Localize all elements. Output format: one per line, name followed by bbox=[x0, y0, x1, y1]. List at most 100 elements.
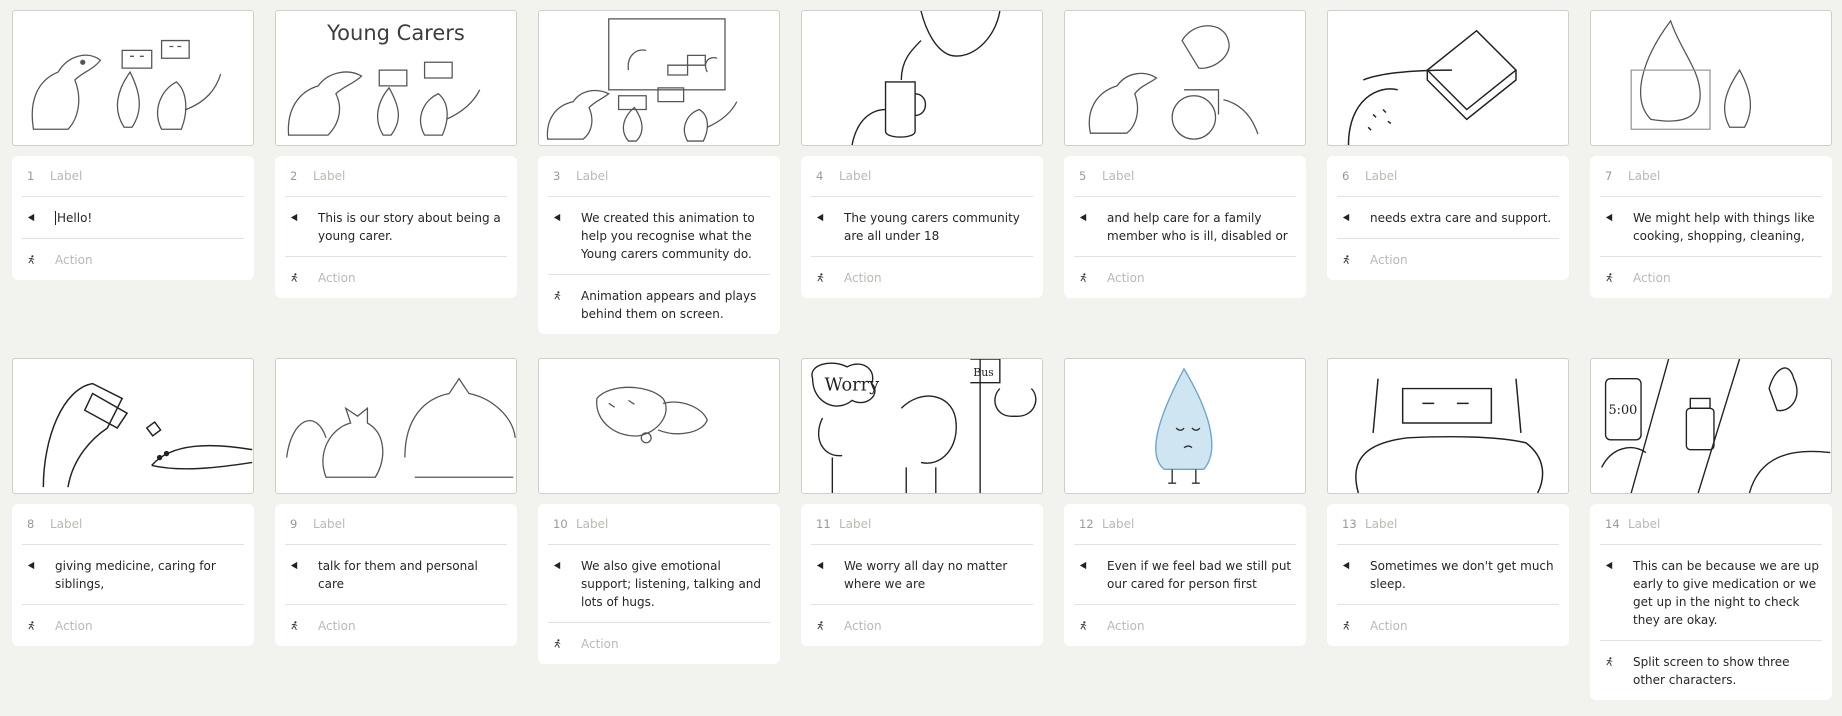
action-field[interactable]: Action bbox=[55, 617, 93, 635]
dialogue-text[interactable]: talk for them and personal care bbox=[318, 557, 507, 593]
dialogue-row[interactable]: The young carers community are all under… bbox=[811, 197, 1033, 257]
dialogue-row[interactable]: Hello! bbox=[22, 197, 244, 239]
action-row[interactable]: Action bbox=[1600, 257, 1822, 298]
dialogue-text[interactable]: Sometimes we don't get much sleep. bbox=[1370, 557, 1559, 593]
action-row[interactable]: Action bbox=[1337, 239, 1559, 280]
frame-thumbnail[interactable] bbox=[538, 358, 780, 494]
action-row[interactable]: Action bbox=[1074, 605, 1296, 646]
frame-thumbnail[interactable] bbox=[1064, 10, 1306, 146]
action-row[interactable]: Action bbox=[811, 605, 1033, 646]
dialogue-text[interactable]: Hello! bbox=[55, 209, 92, 227]
dialogue-text[interactable]: We created this animation to help you re… bbox=[581, 209, 770, 263]
label-field[interactable]: Label bbox=[313, 169, 345, 183]
label-row[interactable]: 14 Label bbox=[1600, 504, 1822, 545]
label-field[interactable]: Label bbox=[1365, 517, 1397, 531]
action-field[interactable]: Action bbox=[1370, 617, 1408, 635]
action-row[interactable]: Action bbox=[285, 257, 507, 298]
dialogue-text[interactable]: and help care for a family member who is… bbox=[1107, 209, 1296, 245]
label-field[interactable]: Label bbox=[1365, 169, 1397, 183]
dialogue-row[interactable]: This can be because we are up early to g… bbox=[1600, 545, 1822, 641]
frame-thumbnail[interactable] bbox=[1327, 358, 1569, 494]
label-row[interactable]: 1 Label bbox=[22, 156, 244, 197]
label-row[interactable]: 7 Label bbox=[1600, 156, 1822, 197]
frame-thumbnail[interactable]: 5:00 bbox=[1590, 358, 1832, 494]
dialogue-text[interactable]: needs extra care and support. bbox=[1370, 209, 1551, 227]
action-field[interactable]: Action bbox=[318, 269, 356, 287]
dialogue-row[interactable]: talk for them and personal care bbox=[285, 545, 507, 605]
frame-thumbnail[interactable]: Worry Bus bbox=[801, 358, 1043, 494]
action-field[interactable]: Action bbox=[1107, 617, 1145, 635]
label-row[interactable]: 4 Label bbox=[811, 156, 1033, 197]
dialogue-row[interactable]: giving medicine, caring for siblings, bbox=[22, 545, 244, 605]
action-row[interactable]: Action bbox=[548, 623, 770, 664]
action-field[interactable]: Action bbox=[1633, 269, 1671, 287]
action-field[interactable]: Action bbox=[55, 251, 93, 269]
dialogue-row[interactable]: We created this animation to help you re… bbox=[548, 197, 770, 275]
frame-thumbnail[interactable] bbox=[275, 358, 517, 494]
action-field[interactable]: Action bbox=[844, 269, 882, 287]
label-row[interactable]: 11 Label bbox=[811, 504, 1033, 545]
dialogue-text[interactable]: We worry all day no matter where we are bbox=[844, 557, 1033, 593]
dialogue-text[interactable]: Even if we feel bad we still put our car… bbox=[1107, 557, 1296, 593]
dialogue-text[interactable]: We also give emotional support; listenin… bbox=[581, 557, 770, 611]
label-field[interactable]: Label bbox=[839, 169, 871, 183]
action-row[interactable]: Action bbox=[285, 605, 507, 646]
frame-thumbnail[interactable] bbox=[1064, 358, 1306, 494]
sketch-wheelchair-scene bbox=[1088, 25, 1259, 140]
dialogue-row[interactable]: We also give emotional support; listenin… bbox=[548, 545, 770, 623]
frame-thumbnail[interactable] bbox=[12, 358, 254, 494]
action-row[interactable]: Animation appears and plays behind them … bbox=[548, 275, 770, 334]
label-field[interactable]: Label bbox=[50, 517, 82, 531]
label-row[interactable]: 13 Label bbox=[1337, 504, 1559, 545]
dialogue-text[interactable]: We might help with things like cooking, … bbox=[1633, 209, 1822, 245]
frame-card: 7 Label We might help with things like c… bbox=[1590, 156, 1832, 298]
label-field[interactable]: Label bbox=[839, 517, 871, 531]
label-row[interactable]: 5 Label bbox=[1074, 156, 1296, 197]
label-field[interactable]: Label bbox=[1628, 517, 1660, 531]
dialogue-text[interactable]: This is our story about being a young ca… bbox=[318, 209, 507, 245]
label-row[interactable]: 8 Label bbox=[22, 504, 244, 545]
dialogue-text[interactable]: This can be because we are up early to g… bbox=[1633, 557, 1822, 629]
action-field[interactable]: Action bbox=[318, 617, 356, 635]
dialogue-text[interactable]: giving medicine, caring for siblings, bbox=[55, 557, 244, 593]
action-row[interactable]: Split screen to show three other charact… bbox=[1600, 641, 1822, 700]
dialogue-text[interactable]: The young carers community are all under… bbox=[844, 209, 1033, 245]
frame-thumbnail[interactable] bbox=[1590, 10, 1832, 146]
frame-thumbnail[interactable] bbox=[538, 10, 780, 146]
action-field[interactable]: Action bbox=[581, 635, 619, 653]
frame-thumbnail[interactable] bbox=[1327, 10, 1569, 146]
frame-thumbnail[interactable]: Young Carers bbox=[275, 10, 517, 146]
label-field[interactable]: Label bbox=[576, 517, 608, 531]
label-field[interactable]: Label bbox=[576, 169, 608, 183]
action-row[interactable]: Action bbox=[1337, 605, 1559, 646]
label-row[interactable]: 3 Label bbox=[548, 156, 770, 197]
label-row[interactable]: 10 Label bbox=[548, 504, 770, 545]
action-field[interactable]: Action bbox=[1107, 269, 1145, 287]
dialogue-row[interactable]: Even if we feel bad we still put our car… bbox=[1074, 545, 1296, 605]
frame-thumbnail[interactable] bbox=[801, 10, 1043, 146]
label-row[interactable]: 9 Label bbox=[285, 504, 507, 545]
dialogue-row[interactable]: needs extra care and support. bbox=[1337, 197, 1559, 239]
dialogue-row[interactable]: This is our story about being a young ca… bbox=[285, 197, 507, 257]
dialogue-row[interactable]: We worry all day no matter where we are bbox=[811, 545, 1033, 605]
label-field[interactable]: Label bbox=[1102, 169, 1134, 183]
action-row[interactable]: Action bbox=[811, 257, 1033, 298]
action-field[interactable]: Action bbox=[1370, 251, 1408, 269]
frame-thumbnail[interactable] bbox=[12, 10, 254, 146]
label-field[interactable]: Label bbox=[50, 169, 82, 183]
label-field[interactable]: Label bbox=[313, 517, 345, 531]
label-field[interactable]: Label bbox=[1628, 169, 1660, 183]
action-row[interactable]: Action bbox=[22, 239, 244, 280]
action-row[interactable]: Action bbox=[22, 605, 244, 646]
label-row[interactable]: 2 Label bbox=[285, 156, 507, 197]
action-text[interactable]: Animation appears and plays behind them … bbox=[581, 287, 770, 323]
label-field[interactable]: Label bbox=[1102, 517, 1134, 531]
dialogue-row[interactable]: and help care for a family member who is… bbox=[1074, 197, 1296, 257]
action-row[interactable]: Action bbox=[1074, 257, 1296, 298]
label-row[interactable]: 6 Label bbox=[1337, 156, 1559, 197]
label-row[interactable]: 12 Label bbox=[1074, 504, 1296, 545]
action-field[interactable]: Action bbox=[844, 617, 882, 635]
dialogue-row[interactable]: We might help with things like cooking, … bbox=[1600, 197, 1822, 257]
action-text[interactable]: Split screen to show three other charact… bbox=[1633, 653, 1822, 689]
dialogue-row[interactable]: Sometimes we don't get much sleep. bbox=[1337, 545, 1559, 605]
